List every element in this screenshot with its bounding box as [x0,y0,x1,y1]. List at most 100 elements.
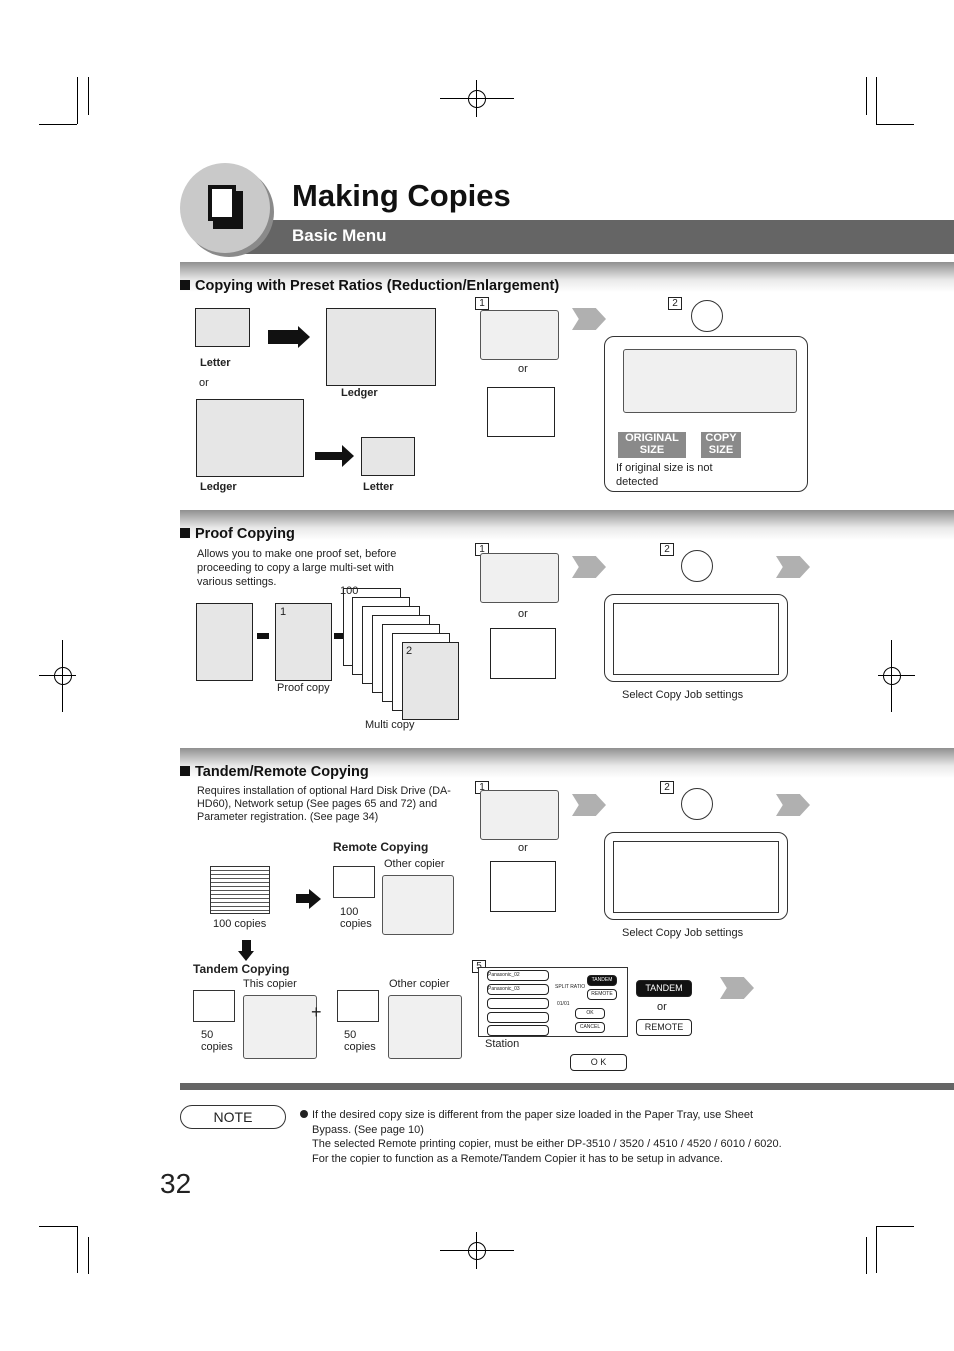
station-item[interactable]: Panasonic_03 [487,984,549,995]
adf-scanner-image [480,310,559,360]
label-letter: Letter [363,481,394,493]
arrow-right-icon [315,452,343,460]
paper-stack-image [337,990,379,1022]
adf-scanner-image [480,790,559,840]
arrow-head-icon [238,951,254,961]
label-or: or [518,608,528,620]
station-item[interactable] [487,1012,549,1023]
arrow-head-icon [309,889,321,909]
label-or: or [199,377,209,389]
other-copier-label: Other copier [389,978,450,990]
copies-count: 100 [340,906,359,918]
platen-original-image [487,387,555,437]
tandem-caption: Select Copy Job settings [622,927,744,939]
page-title: Making Copies [292,178,511,213]
this-copier-label: This copier [243,978,297,990]
tandem-description: Requires installation of optional Hard D… [197,785,451,823]
next-step-chevron-icon [572,308,606,330]
section-divider [180,1083,954,1090]
screen-tandem-button[interactable]: TANDEM [587,975,617,986]
label-letter: Letter [200,357,231,369]
copies-word: copies [340,918,372,930]
next-step-chevron-icon [776,556,810,578]
next-step-chevron-icon [776,794,810,816]
touch-screen-basic-menu [613,841,779,913]
callout-bubble [681,788,713,820]
original-image [196,603,253,681]
touch-screen-basic-menu [613,603,779,675]
note-line: The selected Remote printing copier, mus… [312,1138,782,1150]
other-copier-label: Other copier [384,858,445,870]
callout-bubble [691,300,723,332]
copier-image [382,875,454,935]
copy-size-key[interactable]: COPY SIZE [701,432,741,458]
header-icon-circle [180,163,270,253]
adf-scanner-image [480,553,559,603]
station-item[interactable] [487,998,549,1009]
screen-ok-button[interactable]: OK [575,1008,605,1019]
note-line: If the desired copy size is different fr… [312,1109,754,1136]
page-number: 32 [160,1168,192,1199]
remote-button[interactable]: REMOTE [636,1019,692,1036]
copies-count: 50 [344,1029,357,1041]
proof-copy-image: 1 [275,603,332,681]
platen-original-image [490,628,556,679]
bullet-icon [300,1110,308,1118]
copier-image [243,995,317,1059]
next-step-chevron-icon [572,556,606,578]
arrow-head-icon [342,445,354,467]
multi-copy-top-image: 2 [402,642,459,720]
paper-stack-100-image [210,866,270,914]
step-number: 2 [660,781,674,794]
remote-copying-label: Remote Copying [333,840,429,854]
copier-image [388,995,462,1059]
tandem-copying-label: Tandem Copying [193,962,290,976]
callout-bubble [681,550,713,582]
ledger-original-image [196,399,304,477]
station-label: Station [485,1038,520,1050]
copies-count: 50 [201,1029,214,1041]
section-title-proof: Proof Copying [180,526,295,542]
letter-reduced-image [361,437,415,476]
tandem-button[interactable]: TANDEM [636,980,692,997]
station-select-screen: Panasonic_02 Panasonic_03 SPLIT RATIO 01… [478,967,628,1037]
next-step-chevron-icon [720,977,754,999]
proof-caption: Select Copy Job settings [622,689,744,701]
control-panel-callout: ORIGINAL SIZE COPY SIZE If original size… [604,336,808,492]
note-body: If the desired copy size is different fr… [312,1108,792,1166]
label-ledger: Ledger [341,387,378,399]
proof-copy-number: 1 [280,606,287,618]
station-item[interactable] [487,1025,549,1036]
multi-copy-count: 100 [340,585,359,597]
step-number: 2 [668,297,682,310]
multi-copy-label: Multi copy [365,719,415,731]
section-title-tandem: Tandem/Remote Copying [180,764,369,780]
next-step-chevron-icon [572,794,606,816]
copies-word: copies [201,1041,233,1053]
label-or: or [518,363,528,375]
section-title-preset: Copying with Preset Ratios (Reduction/En… [180,278,559,294]
platen-original-image [490,861,556,912]
multi-copy-number: 2 [406,645,413,657]
proof-copy-label: Proof copy [277,682,330,694]
ok-button[interactable]: O K [570,1054,627,1071]
screen-cancel-button[interactable]: CANCEL [575,1022,605,1033]
screen-callout [604,594,788,682]
arrow-right-icon [296,894,310,903]
label-or: or [518,842,528,854]
ledger-enlarged-image [326,308,436,386]
label-ledger: Ledger [200,481,237,493]
page-indicator: 01/01 [557,1001,570,1007]
note-line: For the copier to function as a Remote/T… [312,1152,723,1165]
page-subtitle: Basic Menu [292,226,387,245]
original-size-note: If original size is not detected [616,462,713,488]
station-item[interactable]: Panasonic_02 [487,970,549,981]
letter-original-image [195,308,250,347]
paper-stack-image [193,990,235,1022]
screen-remote-button[interactable]: REMOTE [587,989,617,1000]
copies-word: copies [344,1041,376,1053]
label-or: or [657,1001,667,1013]
step-number: 2 [660,543,674,556]
original-size-key[interactable]: ORIGINAL SIZE [618,432,686,458]
step-number: 1 [475,297,489,310]
